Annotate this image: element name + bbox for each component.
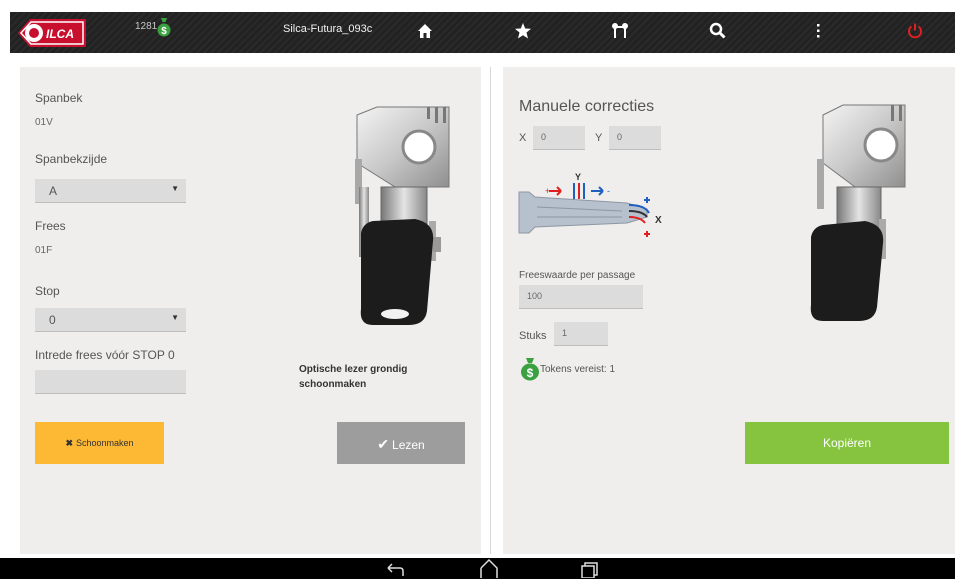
hint-line1: Optische lezer grondig bbox=[299, 364, 408, 375]
silca-logo: ILCA bbox=[18, 19, 86, 47]
spanbek-label: Spanbek bbox=[35, 91, 83, 105]
key-image bbox=[355, 106, 450, 325]
money-bag-icon: $ bbox=[521, 358, 539, 381]
dropdown-arrow-icon: ▼ bbox=[171, 184, 179, 193]
home-nav-icon[interactable] bbox=[478, 556, 500, 578]
recent-apps-icon[interactable] bbox=[578, 560, 600, 578]
svg-text:ILCA: ILCA bbox=[46, 27, 74, 41]
top-bar: ILCA 1281 $ Silca-Futura_093c bbox=[10, 12, 955, 53]
copy-panel: Manuele correcties X 0 Y 0 + - Y X Frees… bbox=[503, 67, 955, 554]
key-icon[interactable] bbox=[610, 21, 630, 41]
x-value: 0 bbox=[541, 132, 547, 142]
panel-divider bbox=[490, 67, 491, 554]
stuks-input[interactable]: 1 bbox=[554, 322, 608, 346]
money-bag-icon: $ bbox=[157, 18, 171, 37]
check-icon: ✔ bbox=[377, 436, 390, 452]
back-icon[interactable] bbox=[384, 560, 406, 578]
intrede-input[interactable] bbox=[35, 370, 186, 394]
y-label: Y bbox=[595, 132, 603, 144]
svg-text:$: $ bbox=[527, 366, 534, 380]
hint-line2: schoonmaken bbox=[299, 379, 367, 390]
read-button[interactable]: ✔ Lezen bbox=[337, 422, 465, 464]
frees-label: Frees bbox=[35, 219, 66, 233]
more-vert-icon[interactable] bbox=[808, 21, 828, 41]
spanbekzijde-select[interactable]: A ▼ bbox=[35, 179, 186, 203]
clean-button-label: Schoonmaken bbox=[76, 438, 134, 448]
power-icon[interactable] bbox=[905, 21, 925, 41]
home-icon[interactable] bbox=[415, 21, 435, 41]
y-value: 0 bbox=[617, 132, 623, 142]
passage-label: Freeswaarde per passage bbox=[519, 270, 636, 281]
system-nav-bar bbox=[0, 558, 955, 579]
spanbekzijde-label: Spanbekzijde bbox=[35, 152, 108, 166]
stop-value: 0 bbox=[49, 313, 56, 327]
passage-value: 100 bbox=[527, 291, 543, 301]
key-image bbox=[810, 104, 906, 321]
window-title: Silca-Futura_093c bbox=[283, 23, 373, 35]
stop-select[interactable]: 0 ▼ bbox=[35, 308, 186, 332]
svg-text:+: + bbox=[545, 186, 550, 196]
read-panel: Spanbek 01V Spanbekzijde A ▼ Frees 01F S… bbox=[20, 67, 481, 554]
frees-value: 01F bbox=[35, 245, 53, 256]
stuks-label: Stuks bbox=[519, 330, 547, 342]
copy-button[interactable]: Kopiëren bbox=[745, 422, 949, 464]
svg-text:-: - bbox=[607, 186, 610, 196]
tokens-required: Tokens vereist: 1 bbox=[540, 364, 616, 375]
close-icon: ✖ bbox=[65, 438, 73, 448]
intrede-label: Intrede frees vóór STOP 0 bbox=[35, 348, 175, 362]
cleaning-hint: Optische lezer grondig schoonmaken bbox=[299, 362, 439, 392]
spanbekzijde-value: A bbox=[49, 184, 58, 198]
passage-input[interactable]: 100 bbox=[519, 285, 643, 309]
star-icon[interactable] bbox=[513, 21, 533, 41]
svg-text:$: $ bbox=[161, 26, 167, 37]
clean-button[interactable]: ✖ Schoonmaken bbox=[35, 422, 164, 464]
correction-diagram: + - Y X bbox=[518, 172, 662, 237]
y-correction-input[interactable]: 0 bbox=[609, 126, 661, 150]
token-count: 1281 bbox=[135, 21, 158, 32]
stuks-value: 1 bbox=[562, 328, 568, 338]
search-icon[interactable] bbox=[708, 21, 728, 41]
read-button-label: Lezen bbox=[392, 438, 425, 452]
spanbek-value: 01V bbox=[35, 117, 53, 128]
diagram-x-label: X bbox=[655, 215, 662, 226]
diagram-y-label: Y bbox=[575, 172, 581, 182]
dropdown-arrow-icon: ▼ bbox=[171, 313, 179, 322]
x-correction-input[interactable]: 0 bbox=[533, 126, 585, 150]
copy-button-label: Kopiëren bbox=[822, 436, 872, 450]
stop-label: Stop bbox=[35, 284, 60, 298]
section-title: Manuele correcties bbox=[519, 98, 655, 115]
x-label: X bbox=[519, 132, 527, 144]
